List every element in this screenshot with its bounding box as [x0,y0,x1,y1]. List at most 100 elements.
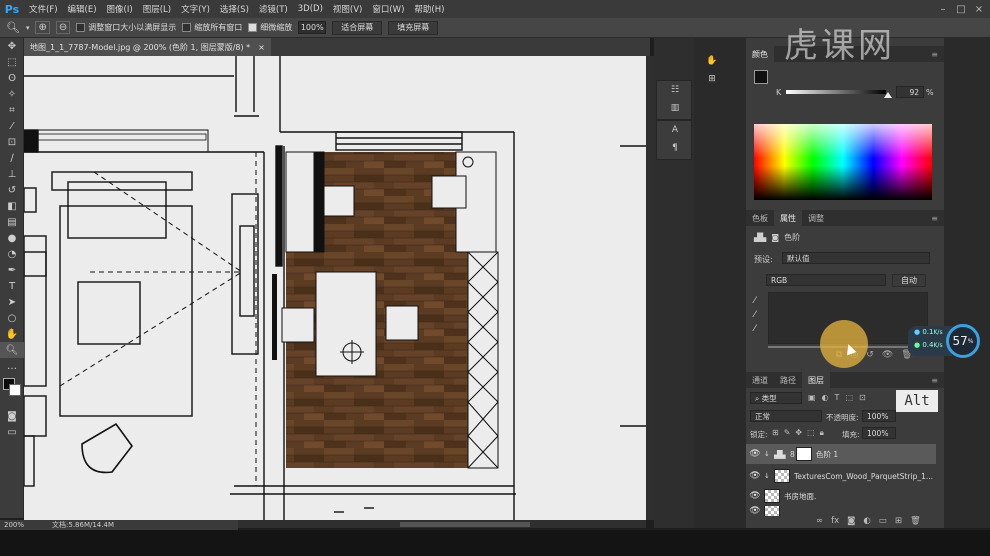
new-group-icon[interactable]: ▭ [879,516,887,528]
menu-edit[interactable]: 编辑(E) [63,3,102,15]
zoom-tool-icon[interactable]: 🔍︎ [0,342,24,358]
layer-mask-thumbnail[interactable] [796,447,812,461]
tab-swatches[interactable]: 色板 [746,210,774,226]
layer-name[interactable]: TexturesCom_Wood_ParquetStrip_1... [794,472,933,481]
k-slider-handle[interactable] [884,92,892,98]
fill-input[interactable]: 100% [862,427,896,439]
maximize-icon[interactable]: □ [952,0,970,18]
menu-select[interactable]: 选择(S) [215,3,254,15]
quick-mask-icon[interactable]: ◙ [0,408,24,424]
layer-filter-select[interactable]: ⌕ 类型 [750,392,802,404]
stamp-tool-icon[interactable]: ⊥ [0,166,24,182]
fg-bg-swatch[interactable] [754,70,768,84]
lock-transparent-icon[interactable]: ⊞ [772,428,779,438]
menu-layer[interactable]: 图层(L) [138,3,176,15]
crop-tool-icon[interactable]: ⌗ [0,102,24,118]
tab-layers[interactable]: 图层 [802,372,830,388]
layer-thumbnail[interactable] [774,469,790,483]
tab-adjustments[interactable]: 调整 [802,210,830,226]
channel-select[interactable]: RGB [766,274,886,286]
menu-3d[interactable]: 3D(D) [293,4,328,14]
color-spectrum[interactable] [754,124,932,200]
blend-mode-select[interactable]: 正常 [750,410,822,422]
preset-select[interactable]: 默认值 [782,252,930,264]
path-select-tool-icon[interactable]: ➤ [0,294,24,310]
background-color-swatch[interactable] [9,384,21,396]
brush-tool-icon[interactable]: ∕ [0,150,24,166]
adjustments-icon[interactable]: ☷ [657,81,693,99]
marquee-tool-icon[interactable]: ⬚ [0,54,24,70]
screen-mode-icon[interactable]: ▭ [0,424,24,440]
blur-tool-icon[interactable]: ● [0,230,24,246]
lock-artboard-icon[interactable]: ⬚ [807,428,815,438]
add-mask-icon[interactable]: ◙ [847,516,855,528]
layer-row-texture[interactable]: 👁︎ ↓ TexturesCom_Wood_ParquetStrip_1... [746,466,936,486]
filter-type-icon[interactable]: T [835,393,840,402]
visibility-eye-icon[interactable]: 👁︎ [746,471,764,481]
dodge-tool-icon[interactable]: ◔ [0,246,24,262]
menu-file[interactable]: 文件(F) [24,3,63,15]
filter-shape-icon[interactable]: ⬚ [845,393,853,402]
more-tools-icon[interactable]: … [0,358,24,374]
pen-tool-icon[interactable]: ✒ [0,262,24,278]
k-slider[interactable] [786,90,886,94]
visibility-eye-icon[interactable]: 👁︎ [746,491,764,501]
document-canvas[interactable] [24,56,646,520]
lasso-tool-icon[interactable]: ʘ [0,70,24,86]
minimize-icon[interactable]: – [934,0,952,18]
zoom-value-input[interactable]: 100% [298,21,327,34]
filter-adjust-icon[interactable]: ◐ [822,393,829,402]
layer-row-floor[interactable]: 👁︎ 书房地面. [746,486,936,506]
lock-all-icon[interactable]: 🔒︎ [820,428,824,438]
tab-channels[interactable]: 通道 [746,372,774,388]
brush-presets-icon[interactable]: ⊞ [694,70,730,88]
gradient-tool-icon[interactable]: ▤ [0,214,24,230]
layer-row-partial[interactable]: 👁︎ [746,506,936,516]
mask-icon[interactable]: ◙ [771,233,779,242]
color-swatches[interactable] [0,374,24,408]
eyedropper-tool-icon[interactable]: ⁄ [0,118,24,134]
horizontal-scroll-thumb[interactable] [400,522,530,527]
new-layer-icon[interactable]: ⊞ [895,516,902,528]
zoom-all-checkbox[interactable]: 缩放所有窗口 [182,22,242,33]
paragraph-icon[interactable]: ¶ [657,139,693,157]
shape-tool-icon[interactable]: ○ [0,310,24,326]
layer-row-levels[interactable]: 👁︎ ↓ ▟▙ 8 色阶 1 [746,444,936,464]
history-brush-icon[interactable]: ↺ [0,182,24,198]
k-value-input[interactable]: 92 [896,86,924,98]
fit-screen-button[interactable]: 适合屏幕 [332,20,383,35]
layer-style-icon[interactable]: fx [831,516,839,528]
vertical-scrollbar[interactable] [646,56,654,520]
resize-window-checkbox[interactable]: 调整窗口大小以满屏显示 [76,22,176,33]
tab-properties[interactable]: 属性 [774,210,802,226]
move-tool-icon[interactable]: ✥ [0,38,24,54]
lock-position-icon[interactable]: ✥ [795,428,802,438]
layer-name[interactable]: 书房地面. [784,491,816,502]
delete-layer-icon[interactable]: 🗑︎ [910,516,921,528]
tool-presets-icon[interactable]: ✋ [694,52,730,70]
menu-type[interactable]: 文字(Y) [176,3,215,15]
magic-wand-tool-icon[interactable]: ✧ [0,86,24,102]
opacity-input[interactable]: 100% [862,410,896,422]
tab-color[interactable]: 颜色 [746,46,774,62]
visibility-eye-icon[interactable]: 👁︎ [746,449,764,459]
visibility-eye-icon[interactable]: 👁︎ [746,506,764,516]
zoom-level[interactable]: 200% [4,521,24,529]
menu-filter[interactable]: 滤镜(T) [254,3,293,15]
gray-point-eyedropper-icon[interactable]: ⁄ [754,308,756,322]
zoom-in-icon[interactable]: ⊕ [35,21,50,34]
scrubby-zoom-checkbox[interactable]: 细微缩放 [248,22,292,33]
character-icon[interactable]: A [657,121,693,139]
layer-name[interactable]: 色阶 1 [816,449,838,460]
panel-menu-icon[interactable]: ≡ [925,210,944,226]
menu-image[interactable]: 图像(I) [102,3,138,15]
tab-paths[interactable]: 路径 [774,372,802,388]
layer-thumbnail[interactable] [764,489,780,503]
zoom-tool-icon[interactable]: 🔍︎ [6,21,20,34]
zoom-out-icon[interactable]: ⊖ [55,21,71,34]
layer-thumbnail[interactable] [764,506,780,516]
panel-menu-icon[interactable]: ≡ [925,372,944,388]
menu-help[interactable]: 帮助(H) [409,3,449,15]
menu-view[interactable]: 视图(V) [328,3,367,15]
close-tab-icon[interactable]: × [258,43,265,52]
